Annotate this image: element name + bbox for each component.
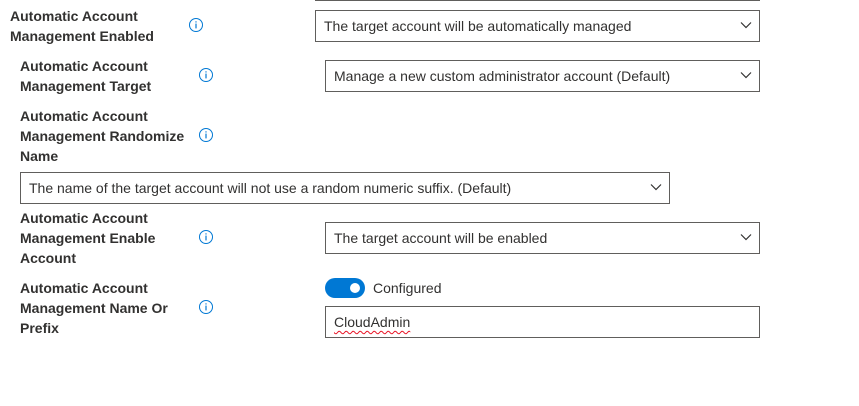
name-prefix-label-line-3: Prefix — [20, 320, 59, 336]
randomize-label: Automatic Account Management Randomize N… — [20, 106, 184, 166]
target-label: Automatic Account Management Target — [20, 56, 151, 96]
enabled-label: Automatic Account Management Enabled — [10, 6, 154, 46]
toggle-knob — [350, 283, 360, 293]
info-icon[interactable] — [199, 230, 213, 244]
info-icon[interactable] — [189, 18, 203, 32]
enabled-label-line-1: Automatic Account — [10, 8, 138, 24]
enabled-label-line-2: Management Enabled — [10, 28, 154, 44]
chevron-down-icon — [740, 22, 752, 29]
target-label-line-1: Automatic Account — [20, 58, 148, 74]
enable-account-label-line-1: Automatic Account — [20, 210, 148, 226]
chevron-down-icon — [740, 72, 752, 79]
info-icon[interactable] — [199, 68, 213, 82]
randomize-label-line-3: Name — [20, 148, 59, 164]
name-prefix-label: Automatic Account Management Name Or Pre… — [20, 278, 168, 338]
enabled-dropdown-value: The target account will be automatically… — [324, 18, 632, 34]
info-icon[interactable] — [199, 128, 213, 142]
target-label-line-2: Management Target — [20, 78, 152, 94]
name-prefix-input-value: CloudAdmin — [334, 314, 411, 330]
enable-account-dropdown-value: The target account will be enabled — [334, 230, 548, 246]
chevron-down-icon — [740, 234, 752, 241]
configured-toggle[interactable] — [325, 278, 365, 298]
chevron-down-icon — [650, 184, 662, 191]
target-dropdown-value: Manage a new custom administrator accoun… — [334, 68, 671, 84]
settings-panel: Automatic Account Management Enabled The… — [0, 0, 859, 406]
randomize-dropdown[interactable]: The name of the target account will not … — [20, 172, 670, 204]
enable-account-label-line-2: Management Enable — [20, 230, 156, 246]
enabled-dropdown[interactable]: The target account will be automatically… — [315, 10, 760, 42]
name-prefix-label-line-1: Automatic Account — [20, 280, 148, 296]
configured-toggle-label: Configured — [373, 280, 442, 296]
randomize-dropdown-value: The name of the target account will not … — [29, 180, 512, 196]
enable-account-label-line-3: Account — [20, 250, 76, 266]
enable-account-label: Automatic Account Management Enable Acco… — [20, 208, 155, 268]
randomize-label-line-1: Automatic Account — [20, 108, 148, 124]
info-icon[interactable] — [199, 300, 213, 314]
target-dropdown[interactable]: Manage a new custom administrator accoun… — [325, 60, 760, 92]
randomize-label-line-2: Management Randomize — [20, 128, 185, 144]
enable-account-dropdown[interactable]: The target account will be enabled — [325, 222, 760, 254]
name-prefix-label-line-2: Management Name Or — [20, 300, 168, 316]
clipped-field-bottom-border — [315, 0, 760, 1]
name-prefix-input[interactable]: CloudAdmin — [325, 306, 760, 338]
